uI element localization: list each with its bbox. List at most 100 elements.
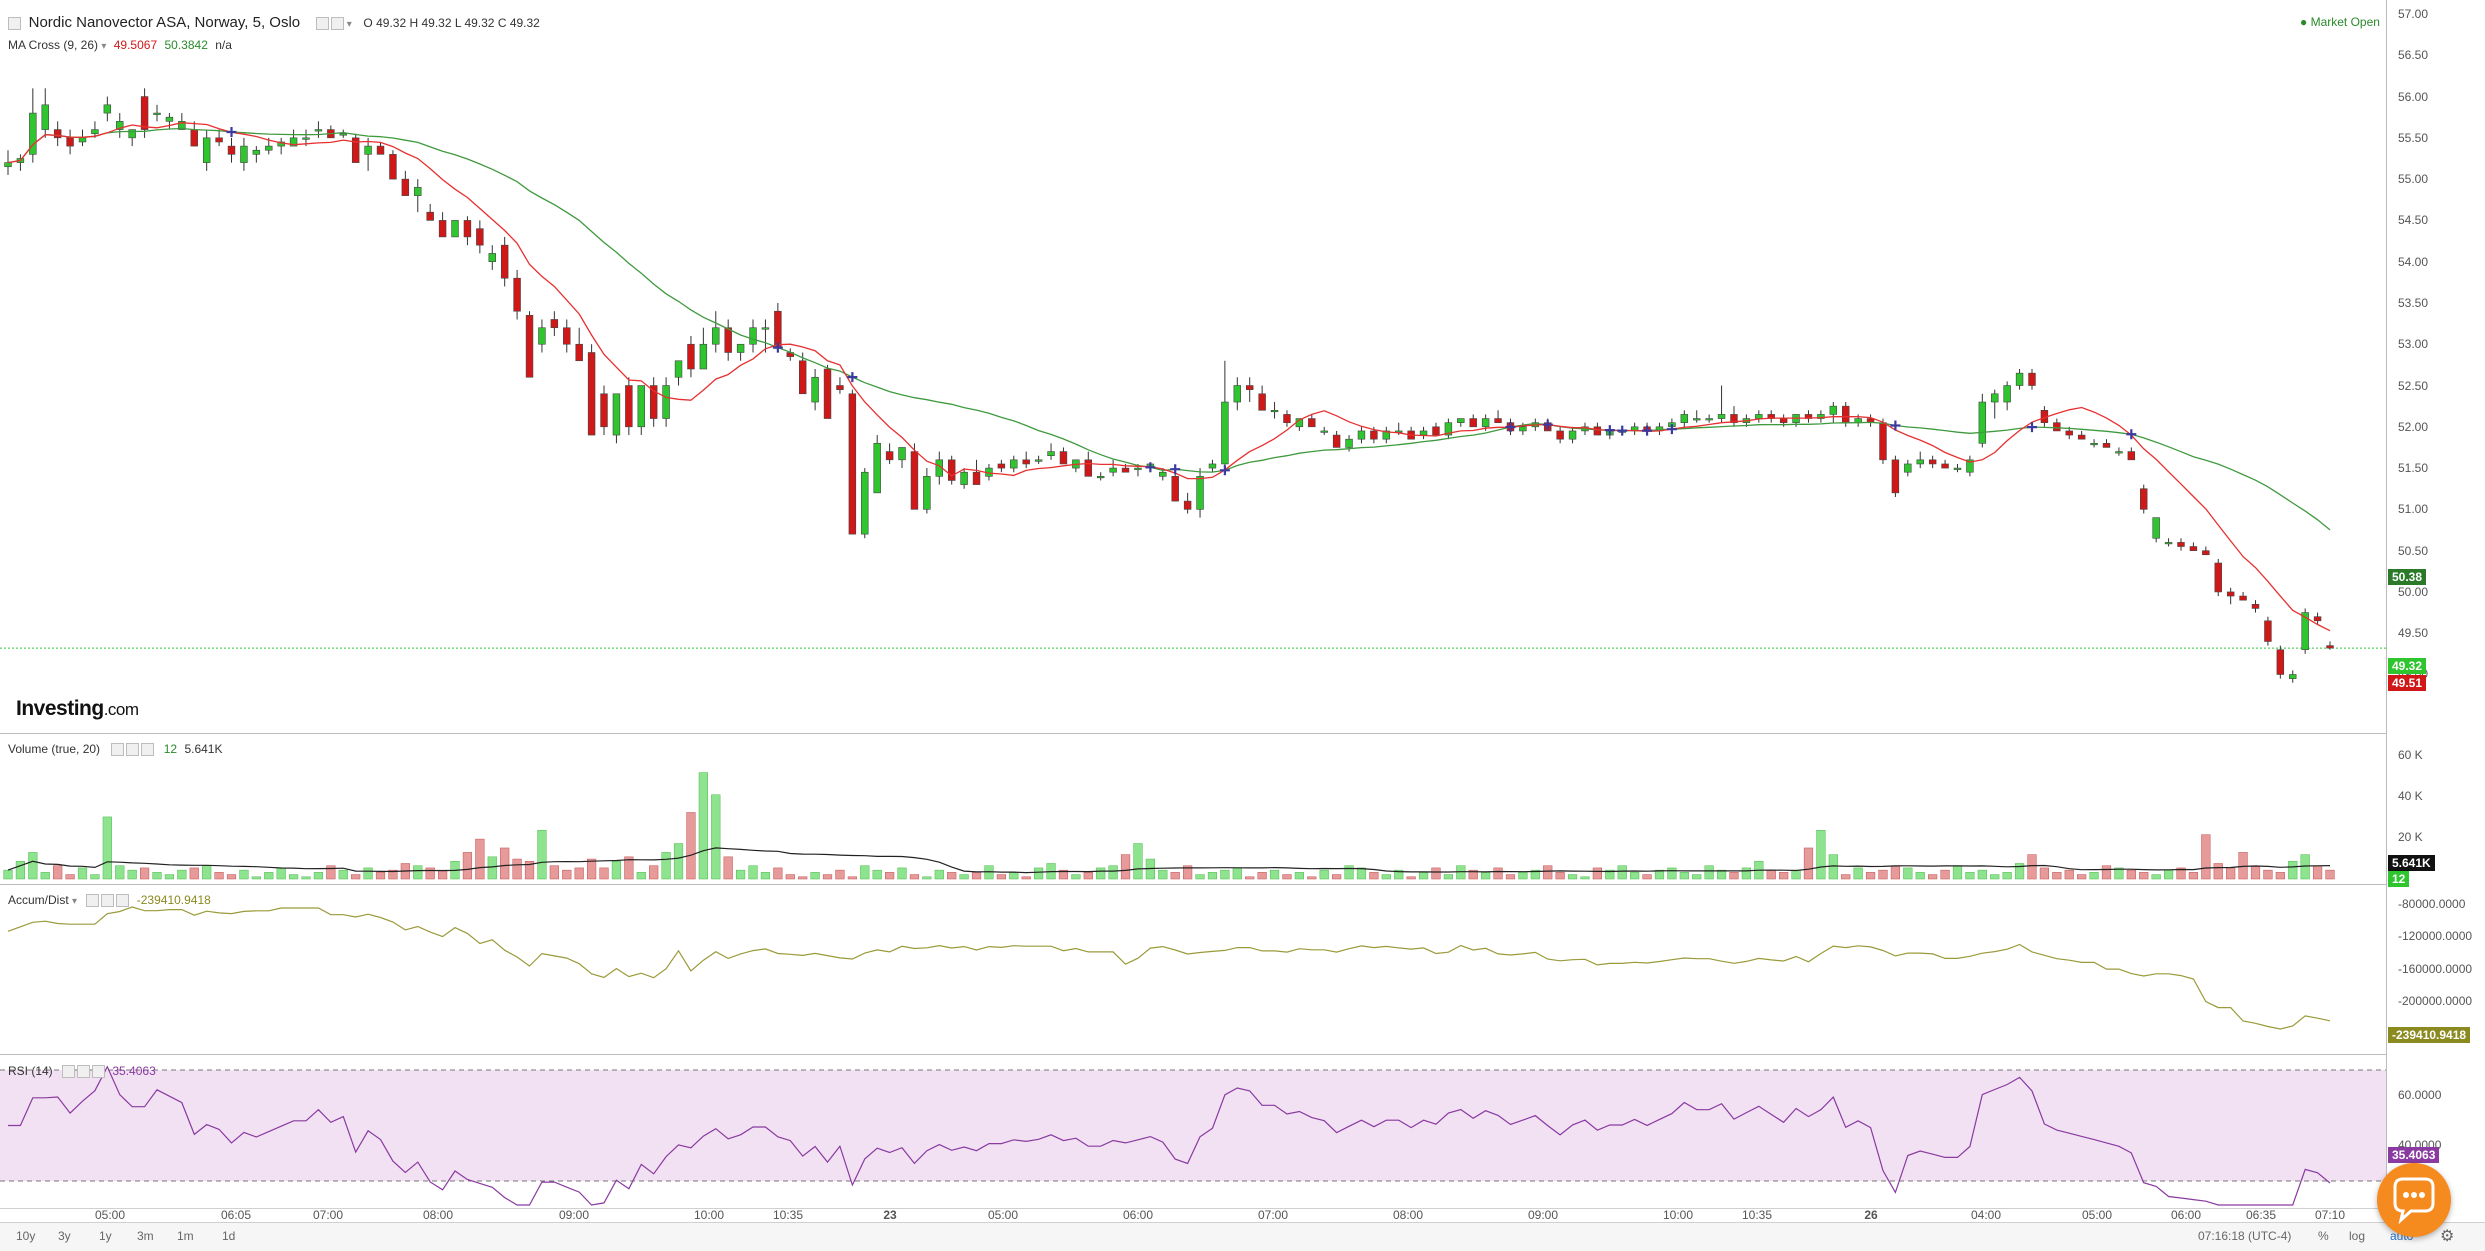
volume-bar [1816,829,1826,880]
timeframe-button[interactable]: 10y [16,1229,35,1243]
price-pane[interactable]: Nordic Nanovector ASA, Norway, 5, Oslo ▾… [0,0,2386,734]
time-tick-label: 07:00 [312,1208,344,1222]
settings-icon[interactable] [86,894,100,908]
volume-bar [1369,872,1379,880]
hide-icon[interactable] [330,17,344,31]
volume-bar [2213,863,2223,880]
candle-down [1370,430,1378,440]
volume-bar [785,874,795,880]
hide-icon[interactable] [126,743,140,757]
candle-up [1134,467,1142,470]
settings-icon[interactable] [111,743,125,757]
volume-bar [835,869,845,880]
timeframe-button[interactable]: 1y [99,1229,112,1243]
volume-bar [1928,874,1938,880]
rsi-value-tag: 35.4063 [2388,1147,2440,1163]
settings-icon[interactable] [62,1065,76,1079]
chevron-down-icon[interactable]: ▾ [72,896,77,907]
chevron-down-icon[interactable]: ▾ [101,41,106,52]
volume-bar [562,869,572,880]
candle-up [1047,451,1055,457]
log-toggle[interactable]: log [2349,1229,2365,1243]
close-icon[interactable] [116,894,130,908]
volume-bar [1083,872,1093,880]
volume-bar [760,872,771,880]
time-tick-label: 10:00 [693,1208,725,1222]
percent-toggle[interactable]: % [2318,1229,2329,1243]
volume-bar [1431,867,1441,880]
close-icon[interactable] [141,743,155,757]
ma-indicator-label[interactable]: MA Cross (9, 26) ▾ 49.5067 50.3842 n/a [8,38,232,52]
candle-down [1258,393,1266,411]
chevron-down-icon[interactable]: ▾ [347,19,352,30]
chat-button[interactable] [2377,1163,2451,1237]
volume-bar [661,852,671,880]
candle-down [823,368,832,419]
volume-bar [2039,867,2050,880]
volume-bar [1543,865,1553,880]
price-tick-label: 54.50 [2398,213,2429,228]
candle-down [910,451,919,510]
volume-bar [1903,867,1913,880]
candle-up [4,162,12,168]
candle-up [1345,438,1353,448]
indicator-tick-label: -200000.0000 [2398,994,2473,1008]
price-tick-label: 57.00 [2398,7,2429,21]
volume-bar [2052,872,2062,880]
volume-bar [2188,872,2199,880]
candle-up [240,145,248,163]
collapse-toggle[interactable] [8,17,21,31]
volume-bar [1667,867,1677,880]
candle-up [1680,414,1689,423]
candle-up [1357,430,1366,440]
price-tick-label: 56.00 [2398,89,2429,104]
volume-bar [288,874,299,880]
price-tick-label: 51.00 [2398,502,2429,517]
hide-icon[interactable] [77,1065,91,1079]
volume-bar [549,865,559,880]
time-tick-label: 10:35 [772,1208,804,1222]
volume-bar [947,872,957,880]
time-tick-label: 09:00 [1527,1208,1559,1222]
volume-bar [15,861,26,880]
volume-bar [810,872,820,880]
volume-bar [2077,874,2087,880]
volume-bar [301,876,311,880]
volume-bar [127,869,137,880]
close-icon[interactable] [92,1065,106,1079]
candle-up [637,385,645,428]
timeframe-button[interactable]: 1d [222,1229,235,1243]
accum-label[interactable]: Accum/Dist ▾ -239410.9418 [8,893,211,908]
volume-bar [636,872,646,880]
timeframe-button[interactable]: 3m [137,1229,154,1243]
volume-pane[interactable]: Volume (true, 20) 12 5.641K [0,734,2386,885]
candle-up [674,360,683,378]
candle-down [1121,467,1130,473]
candle-down [66,137,74,147]
candle-down [2102,443,2111,448]
volume-bar [2126,869,2136,880]
volume-bar [1567,874,1578,880]
timeframe-button[interactable]: 1m [177,1229,194,1243]
volume-bar [1741,867,1751,880]
accum-pane[interactable]: Accum/Dist ▾ -239410.9418 [0,885,2386,1055]
candle-down [140,96,149,130]
volume-bar [773,867,783,880]
candle-down [2189,546,2198,551]
hide-icon[interactable] [101,894,115,908]
volume-label[interactable]: Volume (true, 20) 12 5.641K [8,742,222,757]
rsi-label[interactable]: RSI (14) 35.4063 [8,1064,156,1079]
volume-bar [2151,874,2161,880]
candle-up [364,145,372,155]
timeframe-button[interactable]: 3y [58,1229,71,1243]
volume-bar [500,847,510,880]
candle-down [2214,562,2222,593]
candle-down [1779,418,1788,423]
candle-up [91,129,99,135]
time-tick-label: 05:00 [2081,1208,2113,1222]
rsi-pane[interactable]: RSI (14) 35.4063 [0,1055,2386,1209]
volume-bar [487,856,497,880]
settings-icon[interactable] [315,17,329,31]
volume-bar [313,872,324,880]
volume-bar [1319,869,1329,880]
